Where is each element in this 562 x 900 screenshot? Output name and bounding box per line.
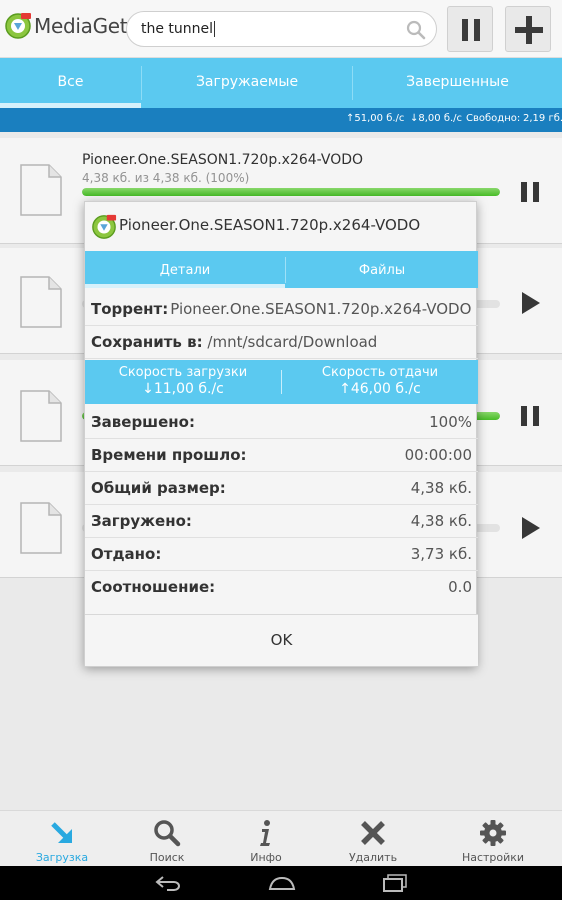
search-icon[interactable] bbox=[406, 20, 426, 40]
info-icon bbox=[260, 820, 270, 846]
stat-label: Загружено: bbox=[91, 512, 192, 530]
stat-value: 4,38 кб. bbox=[410, 479, 472, 497]
stat-value: 4,38 кб. bbox=[410, 512, 472, 530]
stat-row-ratio: Соотношение: 0.0 bbox=[85, 571, 478, 604]
plus-icon bbox=[515, 16, 543, 44]
filter-tabs: Все Загружаемые Завершенные bbox=[0, 58, 562, 108]
nav-label: Инфо bbox=[250, 851, 282, 864]
nav-info[interactable]: Инфо bbox=[226, 811, 306, 867]
tab-completed[interactable]: Завершенные bbox=[353, 58, 562, 108]
download-speed-value: ↓11,00 б./с bbox=[142, 381, 224, 397]
tab-details[interactable]: Детали bbox=[85, 251, 285, 288]
torrent-name-row: Торрент: Pioneer.One.SEASON1.720p.x264-VO… bbox=[85, 293, 478, 326]
stat-value: 00:00:00 bbox=[404, 446, 472, 464]
upload-speed-label: Скорость отдачи bbox=[321, 365, 439, 380]
search-value: the tunnel bbox=[141, 21, 214, 37]
scroll-fade bbox=[85, 604, 478, 614]
stat-row-completed: Завершено: 100% bbox=[85, 406, 478, 439]
torrent-details-dialog: Pioneer.One.SEASON1.720p.x264-VODO Детал… bbox=[84, 201, 478, 667]
save-path-label: Сохранить в: bbox=[91, 333, 203, 351]
upload-speed-block: Скорость отдачи ↑46,00 б./с bbox=[282, 364, 478, 398]
stat-value: 0.0 bbox=[448, 578, 472, 596]
stat-row-uploaded: Отдано: 3,73 кб. bbox=[85, 538, 478, 571]
stat-label: Завершено: bbox=[91, 413, 195, 431]
nav-delete[interactable]: Удалить bbox=[333, 811, 413, 867]
stat-label: Отдано: bbox=[91, 545, 162, 563]
upload-speed: ↑51,00 б./с bbox=[346, 113, 405, 124]
nav-search[interactable]: Поиск bbox=[127, 811, 207, 867]
ok-button[interactable]: OK bbox=[85, 614, 478, 666]
nav-label: Поиск bbox=[149, 851, 185, 864]
app-title: MediaGet bbox=[34, 14, 128, 38]
download-arrow-icon bbox=[51, 822, 72, 843]
gear-icon bbox=[480, 820, 506, 846]
save-path-row: Сохранить в: /mnt/sdcard/Download bbox=[85, 326, 478, 359]
pause-icon bbox=[462, 19, 480, 41]
nav-label: Загрузка bbox=[35, 851, 89, 864]
delete-x-icon bbox=[361, 821, 385, 845]
bottom-nav: Загрузка Поиск Инфо Удалить Настройки bbox=[0, 810, 562, 866]
add-torrent-button[interactable] bbox=[505, 6, 551, 52]
download-speed-label: Скорость загрузки bbox=[118, 365, 248, 380]
upload-speed-value: ↑46,00 б./с bbox=[339, 381, 421, 397]
active-tab-indicator bbox=[85, 284, 285, 288]
nav-settings[interactable]: Настройки bbox=[453, 811, 533, 867]
speed-status-bar: ↑51,00 б./с ↓8,00 б./с Свободно: 2,19 гб… bbox=[0, 108, 562, 132]
system-nav-bar bbox=[0, 866, 562, 900]
pause-all-button[interactable] bbox=[447, 6, 493, 52]
recent-apps-icon[interactable] bbox=[382, 874, 408, 892]
free-space-label: Свободно: bbox=[466, 113, 521, 124]
free-space-value: 2,19 гб. bbox=[523, 113, 562, 124]
stat-label: Времени прошло: bbox=[91, 446, 247, 464]
save-path-value: /mnt/sdcard/Download bbox=[207, 333, 378, 351]
tab-downloading[interactable]: Загружаемые bbox=[142, 58, 352, 108]
stat-value: 100% bbox=[429, 413, 472, 431]
stat-row-downloaded: Загружено: 4,38 кб. bbox=[85, 505, 478, 538]
stat-row-total-size: Общий размер: 4,38 кб. bbox=[85, 472, 478, 505]
back-icon[interactable] bbox=[155, 875, 181, 891]
nav-downloads[interactable]: Загрузка bbox=[22, 811, 102, 867]
mediaget-logo-icon bbox=[92, 214, 117, 239]
torrent-value: Pioneer.One.SEASON1.720p.x264-VODO bbox=[170, 300, 472, 318]
tab-all[interactable]: Все bbox=[0, 58, 141, 108]
download-speed: ↓8,00 б./с bbox=[410, 113, 463, 124]
search-icon bbox=[154, 820, 181, 847]
nav-label: Настройки bbox=[461, 851, 525, 864]
home-icon[interactable] bbox=[268, 875, 296, 891]
torrent-label: Торрент: bbox=[91, 300, 169, 318]
speeds-panel: Скорость загрузки ↓11,00 б./с Скорость о… bbox=[85, 360, 478, 404]
stat-value: 3,73 кб. bbox=[410, 545, 472, 563]
dialog-tabs: Детали Файлы bbox=[85, 251, 478, 288]
nav-label: Удалить bbox=[348, 851, 398, 864]
mediaget-logo-icon bbox=[5, 13, 31, 39]
stat-label: Соотношение: bbox=[91, 578, 216, 596]
stat-label: Общий размер: bbox=[91, 479, 226, 497]
tab-files[interactable]: Файлы bbox=[286, 251, 478, 288]
stat-row-elapsed: Времени прошло: 00:00:00 bbox=[85, 439, 478, 472]
dialog-title: Pioneer.One.SEASON1.720p.x264-VODO bbox=[119, 216, 421, 234]
search-input[interactable]: the tunnel bbox=[126, 11, 437, 47]
download-speed-block: Скорость загрузки ↓11,00 б./с bbox=[85, 364, 281, 398]
app-toolbar: MediaGet the tunnel bbox=[0, 0, 562, 58]
